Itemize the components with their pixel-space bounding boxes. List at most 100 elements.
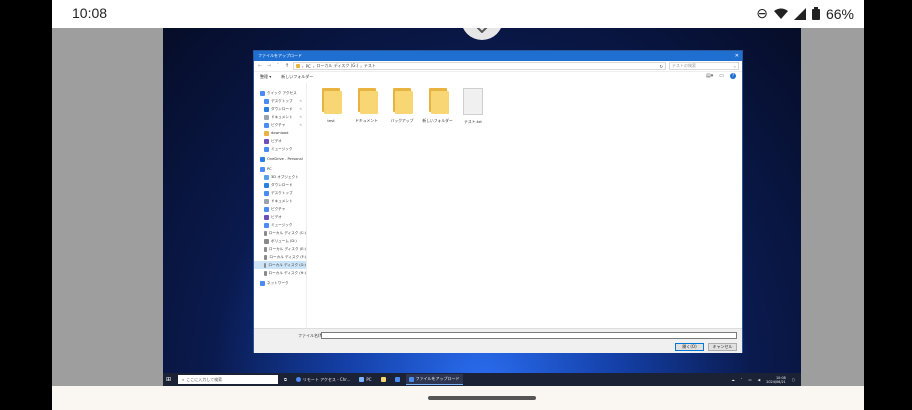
taskbar-clock[interactable]: 10:08 2024/06/21 <box>766 376 786 384</box>
file-item[interactable]: テスト.txt <box>456 88 490 125</box>
search-icon: ⌕ <box>182 377 185 382</box>
nav-item[interactable]: ローカル ディスク (C:) <box>254 229 306 237</box>
search-input[interactable]: テストの検索 ⌕ <box>669 62 739 70</box>
nav-item-label: ミュージック <box>271 222 293 227</box>
command-bar: 整理 ▾ 新しいフォルダー ▤▾ ▭ ? <box>254 72 742 82</box>
file-list[interactable]: test ドキュメント バックアップ 新しいフォルダー テスト.txt <box>308 83 742 328</box>
mouse-cursor-icon: ↖ <box>620 161 626 168</box>
edge-icon <box>295 377 301 382</box>
chevron-down-icon[interactable] <box>461 28 503 40</box>
task-view-icon[interactable]: ⧉ <box>281 374 290 385</box>
nav-item[interactable]: ボリューム (D:) <box>254 237 306 245</box>
nav-item[interactable]: ローカル ディスク (H:) <box>254 269 306 277</box>
status-time: 10:08 <box>72 5 108 21</box>
help-icon[interactable]: ? <box>730 73 736 79</box>
taskbar-search-input[interactable]: ⌕ ここに入力して検索 <box>178 375 278 384</box>
document-icon <box>264 114 269 120</box>
up-arrow-icon[interactable]: ↑ <box>284 63 290 69</box>
windows-start-icon[interactable]: ⊞ <box>166 376 174 383</box>
chevron-up-icon[interactable]: ˄ <box>741 378 743 382</box>
chevron-down-icon[interactable]: ˅ <box>275 63 281 69</box>
document-icon <box>264 198 269 204</box>
nav-item[interactable]: ビデオ <box>254 213 306 221</box>
pc-icon <box>359 377 365 382</box>
nav-item[interactable]: ローカル ディスク (E:) <box>254 245 306 253</box>
breadcrumb-item[interactable]: ローカル ディスク (G:) <box>316 63 358 69</box>
gesture-handle[interactable] <box>428 396 536 400</box>
folder-item[interactable]: test <box>314 88 348 123</box>
nav-item[interactable]: ドキュメント ✎ <box>254 113 306 121</box>
nav-item[interactable]: download <box>254 129 306 137</box>
breadcrumb-item[interactable]: PC <box>306 64 311 69</box>
nav-item[interactable]: ドキュメント <box>254 197 306 205</box>
desktop-icon <box>264 98 269 104</box>
refresh-icon[interactable]: ↻ <box>660 64 663 69</box>
filename-input[interactable] <box>321 332 737 339</box>
desktop-icon <box>264 190 269 196</box>
star-icon <box>260 90 265 96</box>
nav-item[interactable]: デスクトップ ✎ <box>254 97 306 105</box>
network-icon <box>260 280 265 286</box>
folder-item[interactable]: ドキュメント <box>350 88 384 124</box>
nav-item-label: ピクチャ <box>271 122 286 127</box>
folder-item[interactable]: 新しいフォルダー <box>421 88 455 124</box>
taskbar-app-chrome[interactable]: リモート アクセス - Chr... <box>293 374 353 385</box>
preview-pane-icon[interactable]: ▭ <box>719 73 724 79</box>
nav-item[interactable]: ダウンロード ✎ <box>254 105 306 113</box>
nav-item[interactable]: OneDrive - Personal <box>254 155 306 163</box>
mail-icon[interactable] <box>392 374 403 385</box>
organize-button[interactable]: 整理 ▾ <box>260 74 271 80</box>
battery-percent: 66% <box>825 5 854 22</box>
volume-icon[interactable]: ◀ <box>758 378 761 382</box>
folder-icon[interactable] <box>378 374 389 385</box>
nav-item[interactable]: ビデオ <box>254 137 306 145</box>
nav-item[interactable]: ネットワーク <box>254 279 306 287</box>
notification-icon[interactable]: ▢ <box>792 378 795 382</box>
nav-item[interactable]: PC <box>254 165 306 173</box>
close-icon[interactable]: ✕ <box>735 51 739 61</box>
view-options-icon[interactable]: ▤▾ <box>706 73 713 79</box>
dialog-icon <box>408 376 414 382</box>
nav-item[interactable]: ローカル ディスク (G:) <box>254 261 306 269</box>
breadcrumb[interactable]: › PC › ローカル ディスク (G:) › テスト ↻ <box>293 62 666 70</box>
picture-icon <box>264 122 269 128</box>
folder-icon <box>320 88 342 114</box>
drive-icon <box>264 238 269 244</box>
nav-item-label: ドキュメント <box>271 198 293 203</box>
folder-icon <box>264 130 269 136</box>
nav-item[interactable]: 3D オブジェクト <box>254 173 306 181</box>
nav-item[interactable]: クイック アクセス <box>254 89 306 97</box>
taskbar-app-pc[interactable]: PC <box>356 374 374 385</box>
remote-desktop[interactable]: ファイルをアップロード ✕ ← → ˅ ↑ › PC › ローカル ディスク (… <box>163 28 801 386</box>
nav-item-label: ローカル ディスク (F:) <box>269 254 306 259</box>
file-name: ドキュメント <box>355 118 378 123</box>
nav-item[interactable]: ピクチャ ✎ <box>254 121 306 129</box>
network-icon[interactable]: ▭ <box>748 378 751 382</box>
nav-item[interactable]: ミュージック <box>254 145 306 153</box>
android-status-bar: 10:08 ⊖ 66% <box>52 0 864 28</box>
windows-taskbar: ⊞ ⌕ ここに入力して検索 ⧉ リモート アクセス - Chr... PC ファ… <box>163 373 801 386</box>
nav-item[interactable]: ダウンロード <box>254 181 306 189</box>
nav-item[interactable]: デスクトップ <box>254 189 306 197</box>
remote-view-area: ファイルをアップロード ✕ ← → ˅ ↑ › PC › ローカル ディスク (… <box>52 28 864 386</box>
breadcrumb-item[interactable]: テスト <box>364 63 376 69</box>
nav-item-label: デスクトップ <box>271 98 293 103</box>
nav-item-label: 3D オブジェクト <box>271 174 299 179</box>
forward-arrow-icon[interactable]: → <box>266 63 272 69</box>
nav-item[interactable]: ローカル ディスク (F:) <box>254 253 306 261</box>
folder-item[interactable]: バックアップ <box>385 88 419 124</box>
pin-icon: ✎ <box>299 99 302 103</box>
video-icon <box>264 214 269 220</box>
cancel-button[interactable]: キャンセル <box>708 343 737 351</box>
back-arrow-icon[interactable]: ← <box>257 63 263 69</box>
nav-item[interactable]: ピクチャ <box>254 205 306 213</box>
open-button[interactable]: 開く(O) <box>675 343 704 351</box>
nav-item-label: ドキュメント <box>271 114 293 119</box>
nav-item[interactable]: ミュージック <box>254 221 306 229</box>
taskbar-app-upload[interactable]: ファイルをアップロード <box>405 374 463 385</box>
new-folder-button[interactable]: 新しいフォルダー <box>281 74 313 80</box>
nav-item-label: ビデオ <box>271 138 282 143</box>
weather-icon[interactable]: ☁ <box>731 378 734 382</box>
phone-screen: 10:08 ⊖ 66% ファイルをアップロード ✕ ← → ˅ ↑ › PC ›… <box>0 0 912 410</box>
file-name: テスト.txt <box>464 119 482 124</box>
